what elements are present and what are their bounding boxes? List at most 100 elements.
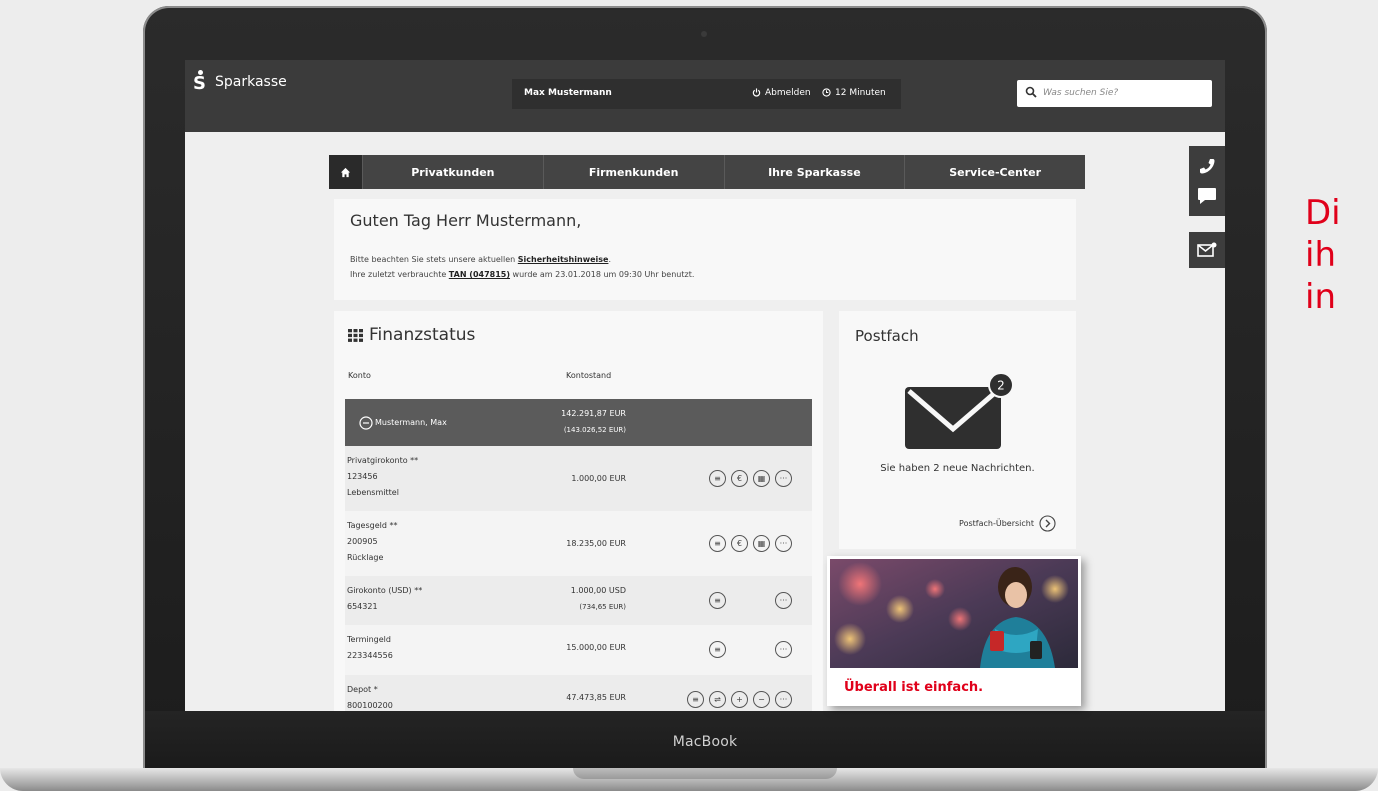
more-icon[interactable]: ··· xyxy=(775,592,792,609)
search-box[interactable] xyxy=(1017,80,1212,107)
promo-image xyxy=(830,559,1078,668)
side-heading-line: ih xyxy=(1305,235,1336,275)
sell-icon[interactable]: − xyxy=(753,691,770,708)
laptop-notch xyxy=(573,768,837,779)
power-icon xyxy=(752,88,761,97)
account-number: 800100200 xyxy=(347,701,393,710)
account-amount-sub: (734,65 EUR) xyxy=(579,603,626,611)
column-header-kontostand: Kontostand xyxy=(566,371,612,380)
transactions-icon[interactable]: ≡ xyxy=(709,641,726,658)
transfer-icon[interactable]: € xyxy=(731,535,748,552)
postfach-message: Sie haben 2 neue Nachrichten. xyxy=(880,463,1035,474)
more-icon[interactable]: ··· xyxy=(775,470,792,487)
security-notice-text: Bitte beachten Sie stets unsere aktuelle… xyxy=(350,255,518,264)
account-note: Lebensmittel xyxy=(347,488,399,497)
transactions-icon[interactable]: ≡ xyxy=(709,592,726,609)
account-row[interactable]: Tagesgeld ** 200905 Rücklage 18.235,00 E… xyxy=(345,511,812,576)
column-header-konto: Konto xyxy=(348,371,371,380)
account-number: 654321 xyxy=(347,602,378,611)
clock-icon xyxy=(822,88,831,97)
postfach-link-label: Postfach-Übersicht xyxy=(959,519,1034,528)
side-heading-line: Di xyxy=(1305,193,1341,233)
group-name: Mustermann, Max xyxy=(375,418,447,427)
security-link[interactable]: Sicherheitshinweise xyxy=(518,255,609,264)
transfer-icon[interactable]: € xyxy=(731,470,748,487)
account-number: 223344556 xyxy=(347,651,393,660)
search-icon[interactable] xyxy=(1025,86,1037,98)
account-group-row[interactable]: Mustermann, Max 142.291,87 EUR (143.026,… xyxy=(345,399,812,446)
side-tools xyxy=(1189,146,1225,268)
postfach-panel: Postfach 2 Sie haben 2 neue Nachrichten.… xyxy=(839,311,1076,549)
transactions-icon[interactable]: ≡ xyxy=(709,535,726,552)
account-name: Termingeld xyxy=(347,635,391,644)
calculator-icon[interactable]: ▦ xyxy=(753,535,770,552)
promo-card[interactable]: Überall ist einfach. xyxy=(827,556,1081,706)
more-icon[interactable]: ··· xyxy=(775,535,792,552)
account-name: Girokonto (USD) ** xyxy=(347,586,423,595)
account-amount: 47.473,85 EUR xyxy=(566,693,626,702)
tan-link[interactable]: TAN (047815) xyxy=(449,270,510,279)
account-row[interactable]: Depot * 800100200 47.473,85 EUR ≡ ⇌ + − … xyxy=(345,675,812,711)
account-name: Depot * xyxy=(347,685,378,694)
laptop-chin: MacBook xyxy=(145,711,1265,773)
phone-icon[interactable] xyxy=(1197,156,1217,176)
account-amount: 15.000,00 EUR xyxy=(566,643,626,652)
security-notice-end: . xyxy=(608,255,611,264)
tan-notice-end: wurde am 23.01.2018 um 09:30 Uhr benutzt… xyxy=(510,270,695,279)
account-row[interactable]: Termingeld 223344556 15.000,00 EUR ≡ ··· xyxy=(345,625,812,675)
buy-icon[interactable]: + xyxy=(731,691,748,708)
side-heading-line: in xyxy=(1305,277,1336,317)
nav-ihre-sparkasse[interactable]: Ihre Sparkasse xyxy=(723,155,905,189)
account-note: Rücklage xyxy=(347,553,384,562)
greeting-panel: Guten Tag Herr Mustermann, Bitte beachte… xyxy=(334,199,1076,300)
more-icon[interactable]: ··· xyxy=(775,641,792,658)
account-amount: 1.000,00 USD xyxy=(570,586,626,595)
account-amount: 1.000,00 EUR xyxy=(571,474,626,483)
account-name: Privatgirokonto ** xyxy=(347,456,419,465)
group-amount-sub: (143.026,52 EUR) xyxy=(563,426,626,434)
collapse-icon[interactable] xyxy=(359,416,373,430)
grid-icon xyxy=(348,328,363,342)
logout-link[interactable]: Abmelden xyxy=(752,88,811,98)
orders-icon[interactable]: ⇌ xyxy=(709,691,726,708)
account-row[interactable]: Girokonto (USD) ** 654321 1.000,00 USD (… xyxy=(345,576,812,625)
nav-service-center[interactable]: Service-Center xyxy=(904,155,1085,189)
more-icon[interactable]: ··· xyxy=(775,691,792,708)
home-button[interactable] xyxy=(329,155,362,189)
sparkasse-logo-icon: S xyxy=(193,70,209,93)
chat-icon[interactable] xyxy=(1196,186,1218,206)
mail-notification-icon[interactable] xyxy=(1196,242,1218,258)
brand-name: Sparkasse xyxy=(215,74,287,90)
sparkasse-logo[interactable]: S Sparkasse xyxy=(193,70,287,93)
session-timer: 12 Minuten xyxy=(822,88,886,98)
account-row[interactable]: Privatgirokonto ** 123456 Lebensmittel 1… xyxy=(345,446,812,511)
camera xyxy=(701,31,707,37)
tan-notice-text: Ihre zuletzt verbrauchte xyxy=(350,270,449,279)
group-amount: 142.291,87 EUR xyxy=(561,409,626,418)
greeting-title: Guten Tag Herr Mustermann, xyxy=(350,211,582,230)
postfach-overview-link[interactable]: Postfach-Übersicht xyxy=(959,515,1056,532)
envelope-icon[interactable]: 2 xyxy=(905,371,1017,451)
calculator-icon[interactable]: ▦ xyxy=(753,470,770,487)
nav-privatkunden[interactable]: Privatkunden xyxy=(362,155,543,189)
finanzstatus-panel: Finanzstatus Konto Kontostand Mustermann… xyxy=(334,311,823,711)
nav-firmenkunden[interactable]: Firmenkunden xyxy=(542,155,724,189)
account-number: 123456 xyxy=(347,472,378,481)
finanzstatus-title-text: Finanzstatus xyxy=(369,325,476,345)
mail-tool[interactable] xyxy=(1189,232,1225,268)
account-number: 200905 xyxy=(347,537,378,546)
user-box: Max Mustermann Abmelden 12 Minuten xyxy=(512,79,901,109)
logout-label: Abmelden xyxy=(765,88,811,98)
user-name: Max Mustermann xyxy=(524,88,612,98)
transactions-icon[interactable]: ≡ xyxy=(709,470,726,487)
promo-text: Überall ist einfach. xyxy=(844,680,984,695)
home-icon xyxy=(340,167,351,177)
tan-notice: Ihre zuletzt verbrauchte TAN (047815) wu… xyxy=(350,270,694,279)
top-bar: S Sparkasse Max Mustermann Abmelden 12 M… xyxy=(185,60,1225,132)
account-name: Tagesgeld ** xyxy=(347,521,398,530)
search-input[interactable] xyxy=(1043,85,1203,101)
main-nav: Privatkunden Firmenkunden Ihre Sparkasse… xyxy=(329,155,1085,189)
chevron-right-icon xyxy=(1039,515,1056,532)
list-icon[interactable]: ≡ xyxy=(687,691,704,708)
side-heading: Di ih in xyxy=(1305,192,1378,318)
